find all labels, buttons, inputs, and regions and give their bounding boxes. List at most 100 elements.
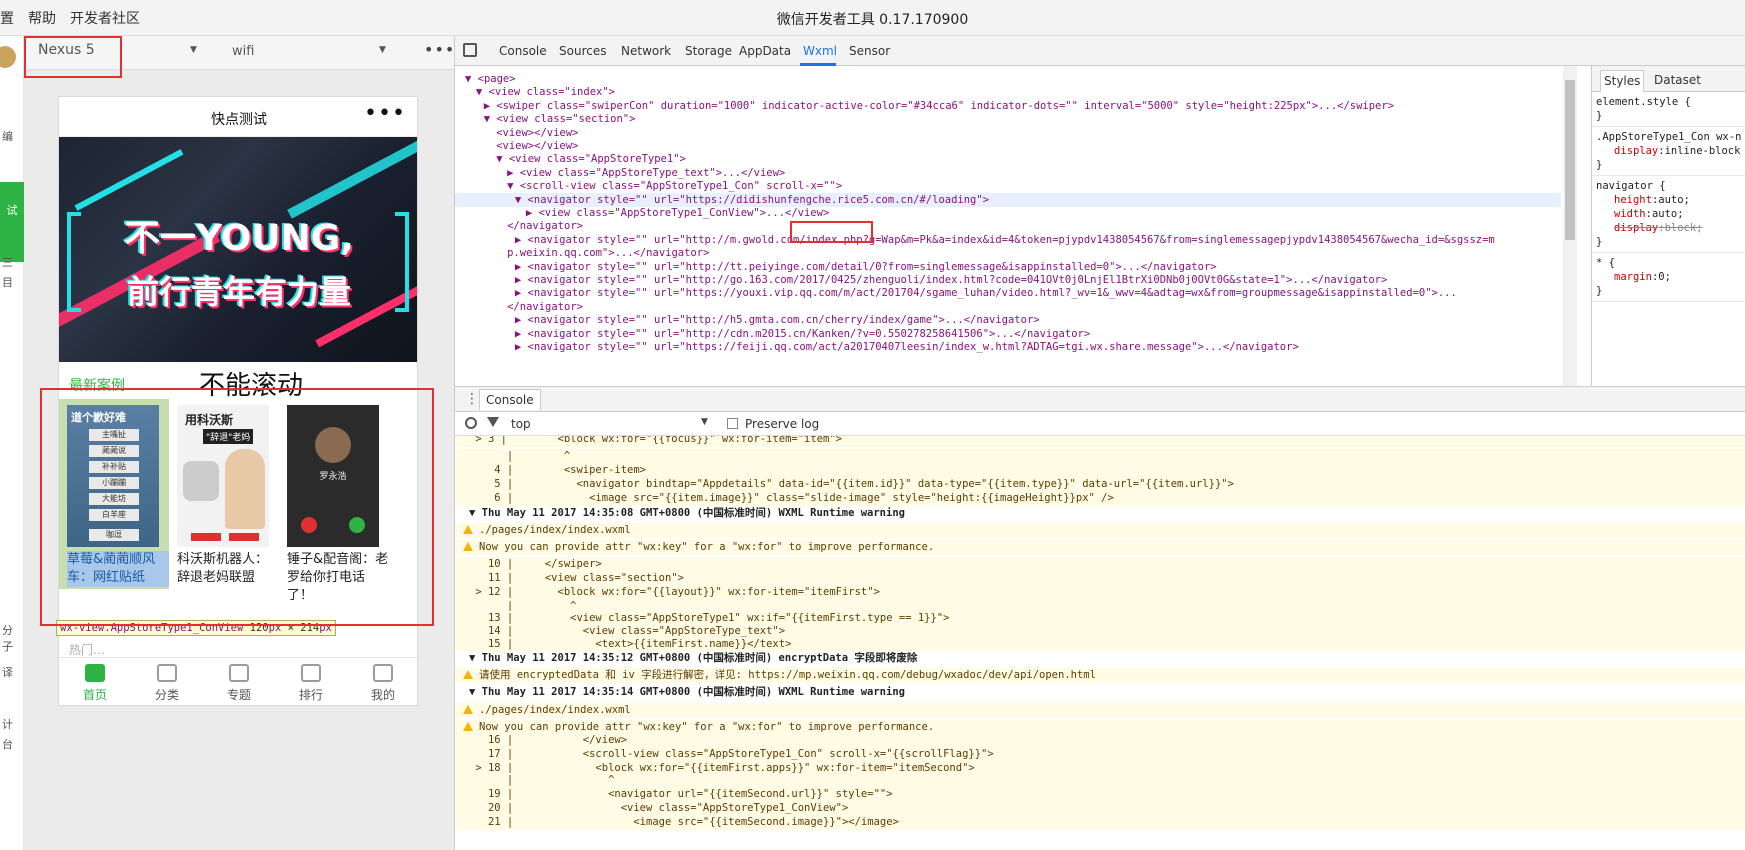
clear-console-icon[interactable] xyxy=(465,417,477,429)
wxml-node-line[interactable]: <view></view> xyxy=(496,126,578,141)
scrollbar-thumb[interactable] xyxy=(1565,80,1575,240)
tab-category[interactable]: 分类 xyxy=(131,658,203,705)
tab-styles[interactable]: Styles xyxy=(1600,70,1645,92)
tab-home[interactable]: 首页 xyxy=(59,658,131,705)
style-property[interactable]: display:block; xyxy=(1596,221,1742,235)
toolbar-label-project[interactable]: 目 xyxy=(2,274,13,290)
console-code-line: | ^ xyxy=(455,773,1745,788)
highlight-box-scroll-x xyxy=(790,221,873,243)
toolbar-label-edit[interactable]: 编 xyxy=(2,128,13,144)
inspect-icon[interactable] xyxy=(463,43,477,57)
wxml-tree[interactable]: ▶ <navigator style="" url="https://feiji… xyxy=(455,66,1591,386)
toolbar-label-3[interactable]: 三 xyxy=(2,254,13,270)
toolbar-label-calc[interactable]: 计 xyxy=(2,716,13,732)
wxml-node-line[interactable]: p.weixin.qq.com">...</navigator> xyxy=(507,246,709,261)
console-text: 16 | </view> xyxy=(469,734,628,746)
style-property[interactable]: height:auto; xyxy=(1596,193,1742,207)
style-rule[interactable]: * {margin:0;} xyxy=(1592,253,1745,302)
window-title: 微信开发者工具 0.17.170900 xyxy=(776,12,969,28)
wxml-node-line[interactable]: ▼ <navigator style="" url="https://didis… xyxy=(455,192,1561,208)
banner-decoration xyxy=(74,149,184,211)
tab-dataset[interactable]: Dataset xyxy=(1654,73,1701,87)
console-text: | ^ xyxy=(469,450,571,462)
wxml-node-line[interactable]: ▶ <view class="AppStoreType_text">...</v… xyxy=(507,166,785,181)
banner-swiper[interactable]: 不一YOUNG, 前行青年有力量 xyxy=(59,137,417,362)
console-output[interactable]: > 3 | <block wx:for="{{focus}}" wx:for-i… xyxy=(455,436,1745,850)
warning-icon xyxy=(463,705,473,714)
style-property[interactable]: width:auto; xyxy=(1596,207,1742,221)
more-icon[interactable]: ⋮ xyxy=(465,391,479,407)
chevron-down-icon[interactable]: ▼ xyxy=(379,45,386,55)
style-rule[interactable]: .AppStoreType1_Con wx-n display:inline-bl… xyxy=(1592,127,1745,176)
tab-sensor[interactable]: Sensor xyxy=(849,44,890,58)
wxml-node-line[interactable]: ▶ <navigator style="" url="http://cdn.m2… xyxy=(515,327,1090,342)
wxml-node-line[interactable]: ▶ <navigator style="" url="https://youxi… xyxy=(515,286,1457,301)
wxml-node-line[interactable]: ▶ <navigator style="" url="http://tt.pei… xyxy=(515,260,1217,275)
console-code-line: 17 | <scroll-view class="AppStoreType1_C… xyxy=(455,747,1745,762)
network-select[interactable]: wifi xyxy=(232,44,254,59)
wxml-node-line[interactable]: ▼ <view class="section"> xyxy=(484,112,636,127)
console-text: Now you can provide attr "wx:key" for a … xyxy=(479,541,935,553)
tab-appdata[interactable]: AppData xyxy=(739,44,791,58)
tab-console[interactable]: Console xyxy=(499,44,547,58)
tab-storage[interactable]: Storage xyxy=(685,44,732,58)
tab-wxml[interactable]: Wxml xyxy=(803,44,837,58)
context-select[interactable]: top xyxy=(511,417,531,431)
toolbar-label-translate[interactable]: 译 xyxy=(2,664,13,680)
tab-console-drawer[interactable]: Console xyxy=(479,389,541,410)
wxml-node-line[interactable]: ▼ <view class="index"> xyxy=(476,85,615,100)
console-code-line: | ^ xyxy=(455,449,1745,464)
console-text: 6 | <image src="{{item.image}}" class="s… xyxy=(469,492,1114,504)
console-text: ▼ Thu May 11 2017 14:35:08 GMT+0800 (中国标… xyxy=(469,507,905,519)
style-close: } xyxy=(1596,159,1603,171)
style-property[interactable]: margin:0; xyxy=(1596,270,1742,284)
style-rule[interactable]: element.style {} xyxy=(1592,92,1745,127)
wxml-node-line[interactable]: ▶ <view class="AppStoreType1_ConView">..… xyxy=(526,206,829,221)
tab-mine[interactable]: 我的 xyxy=(347,658,417,705)
wxml-node-line[interactable]: ▼ <page> xyxy=(465,72,516,87)
wxml-node-line[interactable]: <view></view> xyxy=(496,139,578,154)
style-selector: * { xyxy=(1596,257,1615,269)
style-close: } xyxy=(1596,236,1603,248)
toolbar-label-share[interactable]: 分 xyxy=(2,622,13,638)
toolbar-label-platform[interactable]: 台 xyxy=(2,736,13,752)
style-rule[interactable]: navigator {height:auto; width:auto; displa… xyxy=(1592,176,1745,253)
chevron-down-icon[interactable]: ▼ xyxy=(701,417,708,427)
style-selector: .AppStoreType1_Con wx-n xyxy=(1596,131,1742,143)
capsule-menu-icon[interactable]: ••• xyxy=(364,101,406,126)
wxml-node-line[interactable]: </navigator> xyxy=(507,219,583,234)
console-text: 17 | <scroll-view class="AppStoreType1_C… xyxy=(469,748,994,760)
debug-button[interactable]: 试 xyxy=(0,182,24,262)
filter-icon[interactable] xyxy=(487,417,499,427)
console-group-header[interactable]: ▼ Thu May 11 2017 14:35:08 GMT+0800 (中国标… xyxy=(455,506,1745,521)
tab-ranking[interactable]: 排行 xyxy=(275,658,347,705)
console-group-header[interactable]: ▼ Thu May 11 2017 14:35:14 GMT+0800 (中国标… xyxy=(455,685,1745,700)
property-name: width xyxy=(1614,208,1646,220)
wxml-node-line[interactable]: ▼ <scroll-view class="AppStoreType1_Con"… xyxy=(507,179,842,194)
wxml-node-line[interactable]: ▼ <view class="AppStoreType1"> xyxy=(496,152,686,167)
preserve-log-checkbox[interactable] xyxy=(727,418,738,429)
more-icon[interactable]: ••• xyxy=(424,40,455,59)
toolbar-label-sub[interactable]: 子 xyxy=(2,638,13,654)
property-name: display xyxy=(1614,145,1659,157)
tab-topic[interactable]: 专题 xyxy=(203,658,275,705)
style-property[interactable]: display:inline-block xyxy=(1596,144,1742,158)
wxml-node-line[interactable]: ▶ <navigator style="" url="http://m.gwol… xyxy=(515,233,1495,248)
wxml-node-line[interactable]: ▶ <navigator style="" url="https://feiji… xyxy=(515,340,1299,355)
tab-sources[interactable]: Sources xyxy=(559,44,606,58)
chevron-down-icon[interactable]: ▼ xyxy=(190,45,197,55)
highlight-box-apps xyxy=(40,388,434,626)
property-value: 0; xyxy=(1658,271,1671,283)
wxml-scrollbar[interactable] xyxy=(1563,66,1577,386)
wxml-node-line[interactable]: ▶ <navigator style="" url="http://h5.gmt… xyxy=(515,313,1040,328)
console-text: 11 | <view class="section"> xyxy=(469,572,684,584)
avatar[interactable] xyxy=(0,46,16,68)
simulator-panel: Nexus 5 ▼ wifi ▼ ••• 快点测试 ••• 不一YOUNG, 前… xyxy=(24,36,454,850)
tab-label: 我的 xyxy=(370,688,395,702)
console-code-line: 6 | <image src="{{item.image}}" class="s… xyxy=(455,491,1745,506)
wxml-node-line[interactable]: </navigator> xyxy=(507,300,583,315)
console-group-header[interactable]: ▼ Thu May 11 2017 14:35:12 GMT+0800 (中国标… xyxy=(455,651,1745,666)
wxml-node-line[interactable]: ▶ <swiper class="swiperCon" duration="10… xyxy=(484,99,1394,114)
wxml-node-line[interactable]: ▶ <navigator style="" url="http://go.163… xyxy=(515,273,1387,288)
tab-network[interactable]: Network xyxy=(621,44,671,58)
